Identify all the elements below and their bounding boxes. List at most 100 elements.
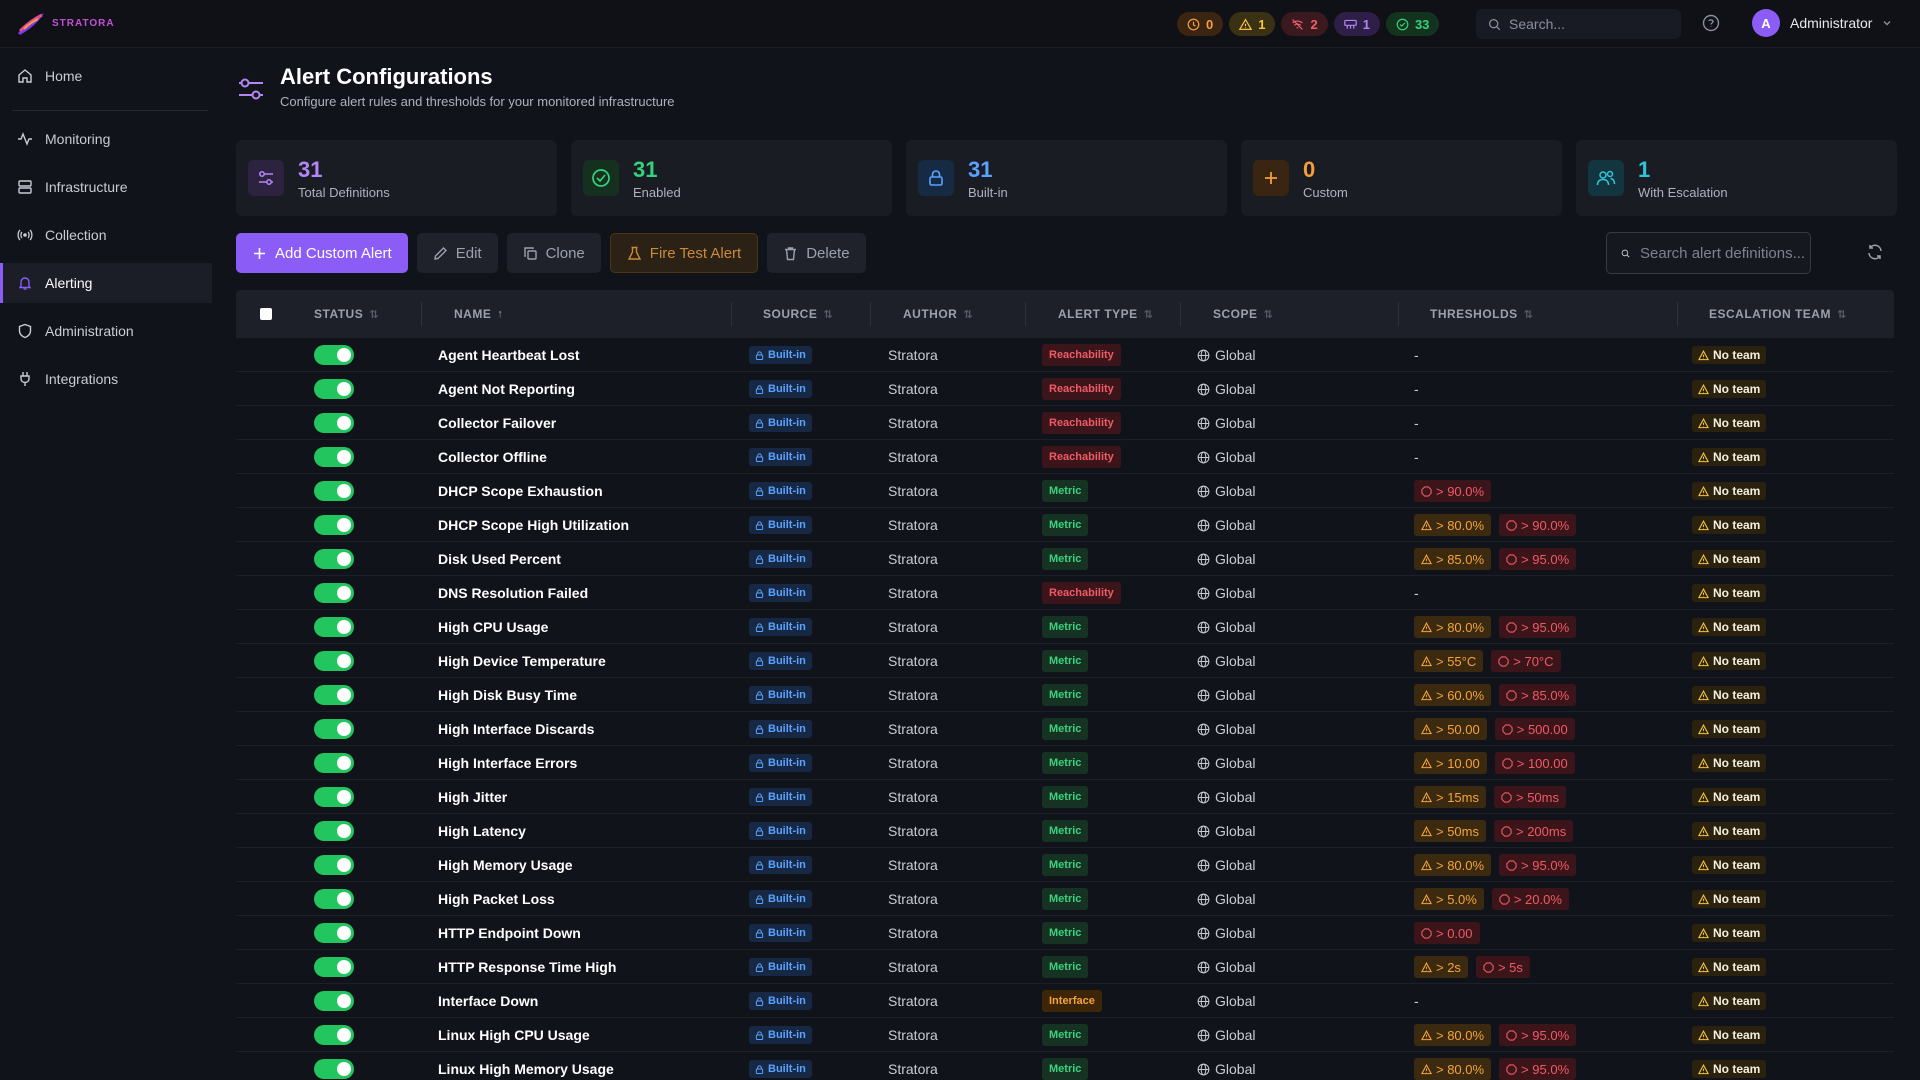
table-row[interactable]: DHCP Scope High Utilization Built-in Strat… xyxy=(236,508,1894,542)
table-row[interactable]: High Disk Busy Time Built-in Stratora Metri… xyxy=(236,678,1894,712)
status-pill-network[interactable]: 1 xyxy=(1333,12,1380,36)
source-badge: Built-in xyxy=(749,924,812,942)
table-row[interactable]: High Jitter Built-in Stratora Metric Global >… xyxy=(236,780,1894,814)
status-pill-no-signal[interactable]: 2 xyxy=(1281,12,1328,36)
alert-search-field[interactable] xyxy=(1606,232,1811,274)
enabled-toggle[interactable] xyxy=(314,753,354,773)
alert-name[interactable]: High Interface Discards xyxy=(438,721,594,737)
user-menu[interactable]: A Administrator xyxy=(1752,9,1892,37)
alert-name[interactable]: High Memory Usage xyxy=(438,857,573,873)
table-row[interactable]: Agent Not Reporting Built-in Stratora Reach… xyxy=(236,372,1894,406)
select-all-checkbox[interactable] xyxy=(260,308,272,320)
table-row[interactable]: Linux High Memory Usage Built-in Stratora M… xyxy=(236,1052,1894,1080)
table-row[interactable]: HTTP Endpoint Down Built-in Stratora Metric… xyxy=(236,916,1894,950)
enabled-toggle[interactable] xyxy=(314,617,354,637)
alert-name[interactable]: Collector Offline xyxy=(438,449,547,465)
enabled-toggle[interactable] xyxy=(314,889,354,909)
table-row[interactable]: DHCP Scope Exhaustion Built-in Stratora Met… xyxy=(236,474,1894,508)
table-row[interactable]: High Device Temperature Built-in Stratora M… xyxy=(236,644,1894,678)
enabled-toggle[interactable] xyxy=(314,719,354,739)
table-row[interactable]: Collector Failover Built-in Stratora Reacha… xyxy=(236,406,1894,440)
alert-name[interactable]: Linux High Memory Usage xyxy=(438,1061,614,1077)
column-name[interactable]: NAME ↑ xyxy=(454,307,503,321)
table-row[interactable]: High Interface Discards Built-in Stratora M… xyxy=(236,712,1894,746)
alert-name[interactable]: HTTP Response Time High xyxy=(438,959,616,975)
table-row[interactable]: High Interface Errors Built-in Stratora Met… xyxy=(236,746,1894,780)
global-search[interactable]: Search... xyxy=(1476,9,1681,39)
table-row[interactable]: High CPU Usage Built-in Stratora Metric Glob… xyxy=(236,610,1894,644)
enabled-toggle[interactable] xyxy=(314,923,354,943)
enabled-toggle[interactable] xyxy=(314,549,354,569)
column-author[interactable]: AUTHOR ⇅ xyxy=(903,307,973,321)
help-icon[interactable] xyxy=(1702,14,1720,32)
enabled-toggle[interactable] xyxy=(314,1059,354,1079)
alert-name[interactable]: Agent Not Reporting xyxy=(438,381,575,397)
status-pill-clock[interactable]: 0 xyxy=(1177,12,1224,36)
sidebar-item-alerting[interactable]: Alerting xyxy=(0,263,212,303)
sidebar-item-monitoring[interactable]: Monitoring xyxy=(0,119,212,159)
table-row[interactable]: High Packet Loss Built-in Stratora Metric Gl… xyxy=(236,882,1894,916)
column-alert-type[interactable]: ALERT TYPE ⇅ xyxy=(1058,307,1153,321)
enabled-toggle[interactable] xyxy=(314,447,354,467)
alert-name[interactable]: DHCP Scope High Utilization xyxy=(438,517,629,533)
sidebar-item-infrastructure[interactable]: Infrastructure xyxy=(0,167,212,207)
alert-name[interactable]: Disk Used Percent xyxy=(438,551,561,567)
alert-name[interactable]: High Packet Loss xyxy=(438,891,555,907)
enabled-toggle[interactable] xyxy=(314,481,354,501)
table-row[interactable]: Disk Used Percent Built-in Stratora Metric G… xyxy=(236,542,1894,576)
column-escalation-team[interactable]: ESCALATION TEAM ⇅ xyxy=(1709,307,1847,321)
alert-name[interactable]: High Interface Errors xyxy=(438,755,577,771)
sidebar-item-integrations[interactable]: Integrations xyxy=(0,359,212,399)
sidebar-item-home[interactable]: Home xyxy=(0,56,212,96)
status-pill-ok[interactable]: 33 xyxy=(1385,12,1440,36)
edit-button[interactable]: Edit xyxy=(416,233,498,273)
app-logo[interactable]: STRATORA xyxy=(16,9,115,37)
column-status[interactable]: STATUS ⇅ xyxy=(314,307,379,321)
column-scope[interactable]: SCOPE ⇅ xyxy=(1213,307,1273,321)
enabled-toggle[interactable] xyxy=(314,821,354,841)
alert-name[interactable]: Collector Failover xyxy=(438,415,556,431)
alert-name[interactable]: Interface Down xyxy=(438,993,538,1009)
table-row[interactable]: DNS Resolution Failed Built-in Stratora Rea… xyxy=(236,576,1894,610)
sidebar-item-administration[interactable]: Administration xyxy=(0,311,212,351)
alert-name[interactable]: High CPU Usage xyxy=(438,619,548,635)
alert-name[interactable]: Agent Heartbeat Lost xyxy=(438,347,580,363)
enabled-toggle[interactable] xyxy=(314,685,354,705)
delete-button[interactable]: Delete xyxy=(767,233,866,273)
table-row[interactable]: High Latency Built-in Stratora Metric Global… xyxy=(236,814,1894,848)
table-row[interactable]: Collector Offline Built-in Stratora Reachab… xyxy=(236,440,1894,474)
table-row[interactable]: Linux High CPU Usage Built-in Stratora Metr… xyxy=(236,1018,1894,1052)
table-row[interactable]: High Memory Usage Built-in Stratora Metric G… xyxy=(236,848,1894,882)
enabled-toggle[interactable] xyxy=(314,413,354,433)
table-row[interactable]: HTTP Response Time High Built-in Stratora M… xyxy=(236,950,1894,984)
column-source[interactable]: SOURCE ⇅ xyxy=(763,307,833,321)
alert-name[interactable]: DHCP Scope Exhaustion xyxy=(438,483,603,499)
enabled-toggle[interactable] xyxy=(314,515,354,535)
enabled-toggle[interactable] xyxy=(314,787,354,807)
enabled-toggle[interactable] xyxy=(314,991,354,1011)
alert-name[interactable]: High Jitter xyxy=(438,789,507,805)
table-row[interactable]: Agent Heartbeat Lost Built-in Stratora Reac… xyxy=(236,338,1894,372)
fire-test-alert-button[interactable]: Fire Test Alert xyxy=(609,233,759,273)
enabled-toggle[interactable] xyxy=(314,379,354,399)
table-row[interactable]: Interface Down Built-in Stratora Interface G… xyxy=(236,984,1894,1018)
alert-name[interactable]: High Latency xyxy=(438,823,526,839)
enabled-toggle[interactable] xyxy=(314,855,354,875)
enabled-toggle[interactable] xyxy=(314,583,354,603)
alert-search-input[interactable] xyxy=(1640,244,1810,262)
alert-name[interactable]: Linux High CPU Usage xyxy=(438,1027,590,1043)
alert-name[interactable]: DNS Resolution Failed xyxy=(438,585,588,601)
alert-name[interactable]: High Device Temperature xyxy=(438,653,606,669)
enabled-toggle[interactable] xyxy=(314,651,354,671)
column-thresholds[interactable]: THRESHOLDS ⇅ xyxy=(1430,307,1533,321)
alert-name[interactable]: High Disk Busy Time xyxy=(438,687,577,703)
sidebar-item-collection[interactable]: Collection xyxy=(0,215,212,255)
enabled-toggle[interactable] xyxy=(314,957,354,977)
enabled-toggle[interactable] xyxy=(314,345,354,365)
refresh-icon[interactable] xyxy=(1866,243,1884,261)
add-custom-alert-button[interactable]: Add Custom Alert xyxy=(236,233,408,273)
enabled-toggle[interactable] xyxy=(314,1025,354,1045)
alert-name[interactable]: HTTP Endpoint Down xyxy=(438,925,581,941)
status-pill-warning[interactable]: 1 xyxy=(1229,12,1276,36)
clone-button[interactable]: Clone xyxy=(506,233,601,273)
